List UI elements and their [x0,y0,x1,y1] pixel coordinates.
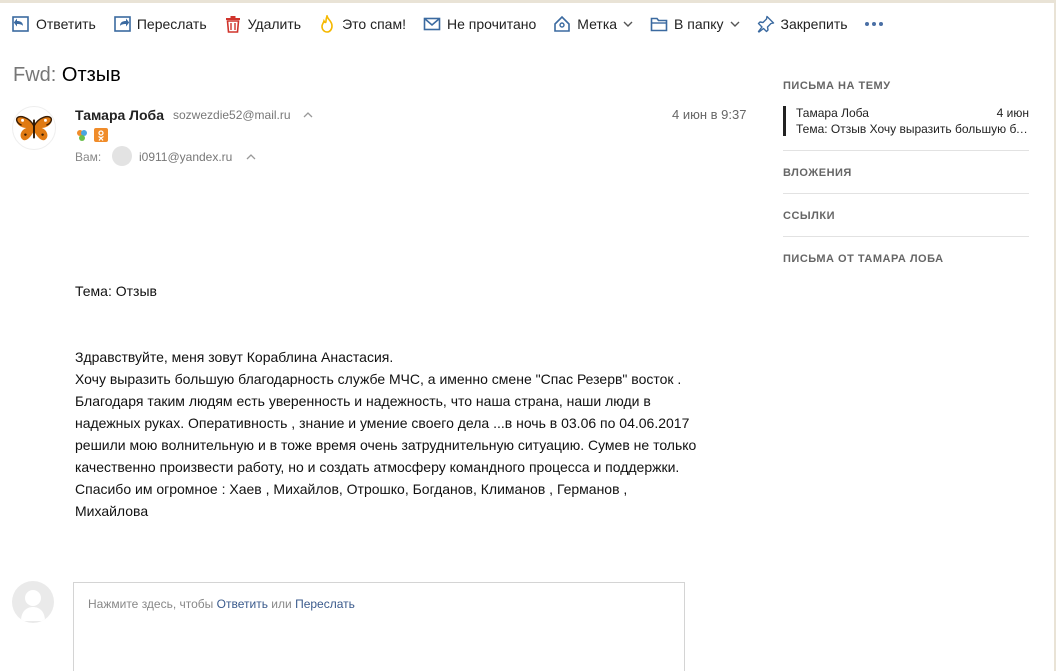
mark-unread-button[interactable]: Не прочитано [423,9,536,39]
recipient-email[interactable]: i0911@yandex.ru [139,150,232,164]
spam-label: Это спам! [342,16,406,32]
butterfly-icon [15,115,53,141]
forward-label: Переслать [136,16,207,32]
thread-section: ПИСЬМА НА ТЕМУ Тамара Лоба 4 июн Тема: О… [783,80,1029,151]
from-sender-heading[interactable]: ПИСЬМА ОТ ТАМАРА ЛОБА [783,253,1029,265]
sender-name[interactable]: Тамара Лоба [75,107,164,123]
delete-button[interactable]: Удалить [224,9,301,39]
chevron-up-icon[interactable] [303,111,313,119]
agent-icon [77,130,87,141]
thread-item-name: Тамара Лоба [796,106,869,120]
quick-reply-box[interactable]: Нажмите здесь, чтобы Ответить или Пересл… [73,582,685,671]
pin-button[interactable]: Закрепить [757,9,848,39]
chevron-down-icon [623,21,633,27]
message-subject: Fwd: Отзыв [13,64,121,87]
person-icon [21,590,45,621]
sender-avatar[interactable] [12,106,56,150]
sender-email[interactable]: sozwezdie52@mail.ru [173,108,291,122]
chevron-down-icon [730,21,740,27]
chevron-up-icon[interactable] [246,153,256,161]
quick-reply-link[interactable]: Ответить [217,597,268,611]
flame-icon [321,15,333,33]
reply-label: Ответить [36,16,96,32]
from-sender-section: ПИСЬМА ОТ ТАМАРА ЛОБА [783,253,1029,279]
body-subject-line: Тема: Отзыв [75,283,157,299]
odnoklassniki-icon [94,128,108,142]
pin-label: Закрепить [780,16,848,32]
body-line: Хочу выразить большую благодарность служ… [75,371,682,387]
envelope-icon [423,17,441,31]
user-avatar-placeholder [12,581,54,623]
reply-icon [12,16,29,32]
folder-label: В папку [674,16,724,32]
forward-button[interactable]: Переслать [113,9,207,39]
thread-heading[interactable]: ПИСЬМА НА ТЕМУ [783,80,1029,92]
label-label: Метка [577,16,618,32]
reply-button[interactable]: Ответить [12,9,96,39]
message-toolbar: Ответить Переслать Удалить Это спам! Не … [0,3,1054,45]
reply-prompt-prefix: Нажмите здесь, чтобы [88,597,214,611]
body-line: решили мою волнительную и в тоже время о… [75,437,697,453]
attachments-heading[interactable]: ВЛОЖЕНИЯ [783,167,1029,179]
more-options-icon[interactable] [864,9,883,39]
thread-item[interactable]: Тамара Лоба 4 июн Тема: Отзыв Хочу выраз… [783,106,1029,136]
attachments-section: ВЛОЖЕНИЯ [783,167,1029,194]
links-section: ССЫЛКИ [783,210,1029,237]
tag-icon [554,15,571,32]
body-line: Михайлова [75,503,149,519]
body-line: Спасибо им огромное : Хаев , Михайлов, О… [75,481,628,497]
spam-button[interactable]: Это спам! [318,9,406,39]
body-line: надежных руках. Оперативность , знание и… [75,415,690,431]
forward-icon [114,16,131,32]
body-line: Благодаря таким людям есть уверенность и… [75,393,651,409]
right-sidebar: ПИСЬМА НА ТЕМУ Тамара Лоба 4 июн Тема: О… [783,80,1029,295]
body-line: качественно произвести работу, но и созд… [75,459,680,475]
sender-badges [75,128,108,142]
folder-icon [650,17,668,32]
recipient-avatar [112,146,132,166]
delete-label: Удалить [247,16,302,32]
reply-prompt-or: или [271,597,292,611]
quick-reply-prompt: Нажмите здесь, чтобы Ответить или Пересл… [88,597,355,611]
unread-label: Не прочитано [446,16,537,32]
quick-forward-link[interactable]: Переслать [295,597,355,611]
subject-title: Отзыв [61,64,121,86]
recipient-label: Вам: [75,150,102,164]
trash-icon [225,16,240,33]
message-date: 4 июн в 9:37 [672,107,747,122]
label-dropdown[interactable]: Метка [553,9,633,39]
body-line: Здравствуйте, меня зовут Кораблина Анаст… [75,349,394,365]
pin-icon [757,15,774,33]
links-heading[interactable]: ССЫЛКИ [783,210,1029,222]
subject-prefix: Fwd: [13,64,57,86]
message-body: Тема: Отзыв Здравствуйте, меня зовут Кор… [75,280,755,522]
move-to-folder-dropdown[interactable]: В папку [650,9,740,39]
thread-item-date: 4 июн [996,106,1029,120]
thread-item-snippet: Тема: Отзыв Хочу выразить большую благод… [796,122,1029,136]
